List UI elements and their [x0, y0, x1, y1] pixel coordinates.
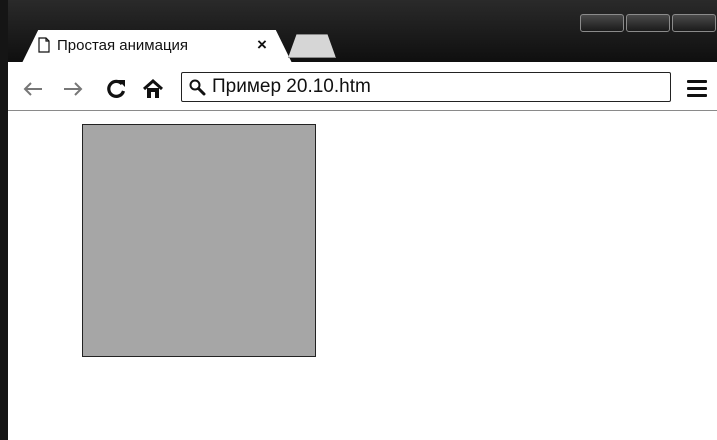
- window-frame: [0, 0, 8, 440]
- forward-arrow-icon: [64, 82, 83, 96]
- close-window-button[interactable]: [672, 14, 716, 32]
- tab-title: Простая анимация: [57, 37, 189, 54]
- address-text: Пример 20.10.htm: [212, 76, 371, 97]
- maximize-button[interactable]: [626, 14, 670, 32]
- address-bar[interactable]: Пример 20.10.htm: [181, 72, 671, 102]
- back-arrow-icon: [23, 82, 42, 96]
- reload-icon: [107, 79, 126, 98]
- home-button[interactable]: [140, 76, 166, 102]
- browser-window: Простая анимация × Пример 20.10.htm: [0, 0, 717, 440]
- forward-button[interactable]: [60, 76, 86, 102]
- home-icon: [143, 78, 163, 98]
- animated-box: [82, 124, 316, 357]
- page-icon: [38, 37, 50, 53]
- reload-button[interactable]: [103, 76, 129, 102]
- back-button[interactable]: [20, 76, 46, 102]
- tab-close-button[interactable]: ×: [257, 35, 267, 55]
- search-icon: [189, 79, 206, 96]
- menu-icon[interactable]: [687, 80, 707, 98]
- minimize-button[interactable]: [580, 14, 624, 32]
- window-controls: [580, 14, 716, 32]
